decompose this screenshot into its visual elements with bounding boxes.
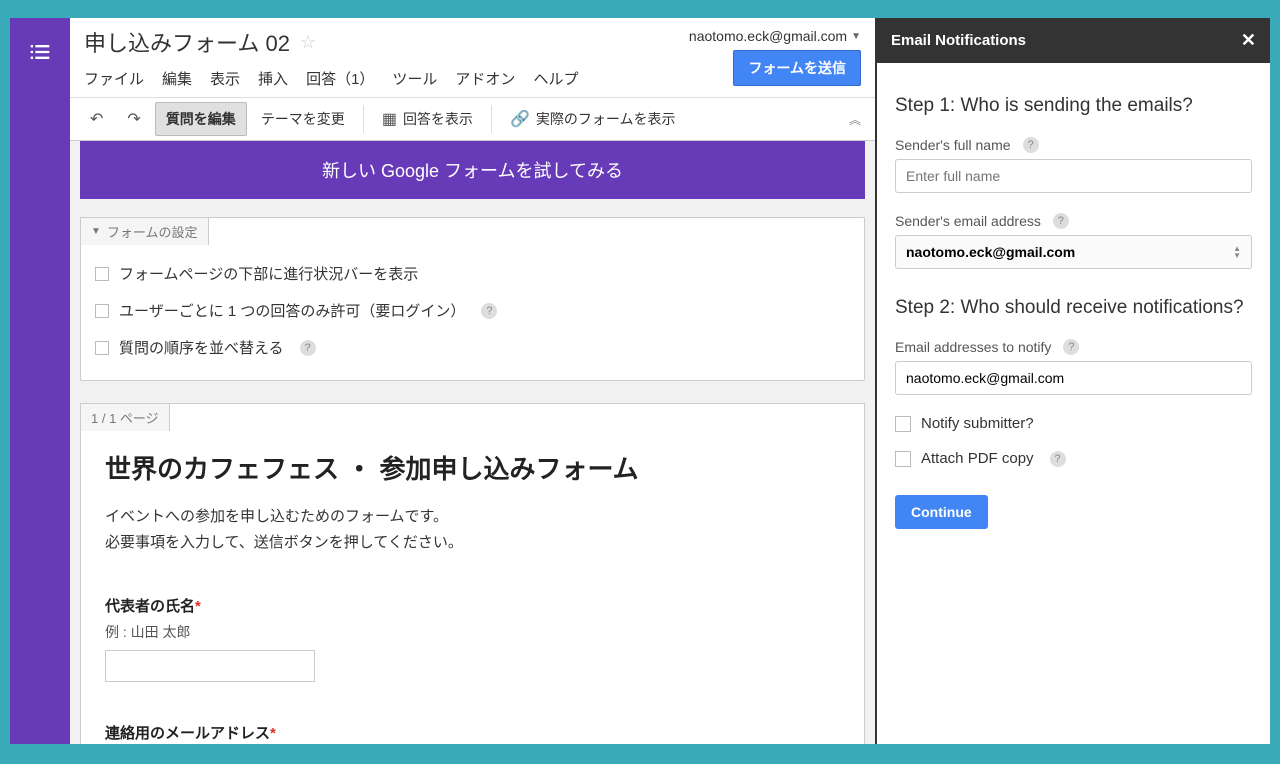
show-live-form-tab[interactable]: 🔗実際のフォームを表示 xyxy=(500,103,686,135)
form-settings-panel: ▼ フォームの設定 フォームページの下部に進行状況バーを表示 ユーザーごとに 1… xyxy=(80,217,865,381)
help-icon[interactable]: ? xyxy=(1050,451,1066,467)
form-title[interactable]: 世界のカフェフェス ・ 参加申し込みフォーム xyxy=(105,449,840,486)
setting-one-response[interactable]: ユーザーごとに 1 つの回答のみ許可（要ログイン） ? xyxy=(95,292,850,329)
sidebar-title: Email Notifications xyxy=(891,32,1026,49)
separator xyxy=(363,105,364,133)
collapse-toolbar-icon[interactable]: ︽ xyxy=(849,111,861,128)
notify-addr-label: Email addresses to notify? xyxy=(895,339,1252,355)
form-description[interactable]: イベントへの参加を申し込むためのフォームです。 必要事項を入力して、送信ボタンを… xyxy=(105,504,840,555)
step2-heading: Step 2: Who should receive notifications… xyxy=(895,297,1252,319)
undo-button[interactable]: ↶ xyxy=(80,103,113,135)
form-page: 1 / 1 ページ 世界のカフェフェス ・ 参加申し込みフォーム イベントへの参… xyxy=(80,403,865,744)
setting-progress-bar[interactable]: フォームページの下部に進行状況バーを表示 xyxy=(95,255,850,292)
menu-help[interactable]: ヘルプ xyxy=(533,68,578,89)
header: 申し込みフォーム 02 ☆ naotomo.eck@gmail.com ▼ フォ… xyxy=(70,18,875,98)
account-menu[interactable]: naotomo.eck@gmail.com ▼ xyxy=(689,28,861,44)
edit-questions-tab[interactable]: 質問を編集 xyxy=(155,102,247,136)
sender-email-select[interactable]: naotomo.eck@gmail.com ▲▼ xyxy=(895,235,1252,269)
sender-email-label: Sender's email address? xyxy=(895,213,1252,229)
help-icon[interactable]: ? xyxy=(1053,213,1069,229)
separator xyxy=(491,105,492,133)
menu-addons[interactable]: アドオン xyxy=(455,68,515,89)
app-menu-strip[interactable] xyxy=(10,18,70,744)
menu-tools[interactable]: ツール xyxy=(392,68,437,89)
try-new-forms-banner[interactable]: 新しい Google フォームを試してみる xyxy=(80,141,865,199)
page-indicator: 1 / 1 ページ xyxy=(80,403,170,431)
chevron-down-icon: ▼ xyxy=(851,31,861,42)
toolbar: ↶ ↷ 質問を編集 テーマを変更 ▦回答を表示 🔗実際のフォームを表示 ︽ xyxy=(70,98,875,141)
undo-icon: ↶ xyxy=(90,109,103,129)
sender-name-input[interactable] xyxy=(895,159,1252,193)
question-name-hint: 例 : 山田 太郎 xyxy=(105,622,840,642)
menu-edit[interactable]: 編集 xyxy=(162,68,192,89)
required-mark: * xyxy=(195,598,201,615)
form-settings-tab[interactable]: ▼ フォームの設定 xyxy=(80,217,209,245)
checkbox-icon xyxy=(895,416,911,432)
continue-button[interactable]: Continue xyxy=(895,495,988,529)
question-name-input[interactable] xyxy=(105,650,315,682)
menu-view[interactable]: 表示 xyxy=(210,68,240,89)
notify-submitter-checkbox[interactable]: Notify submitter? xyxy=(895,415,1252,432)
editor-canvas: 新しい Google フォームを試してみる ▼ フォームの設定 フォームページの… xyxy=(70,141,875,744)
checkbox-icon xyxy=(95,304,109,318)
link-icon: 🔗 xyxy=(510,109,530,129)
step1-heading: Step 1: Who is sending the emails? xyxy=(895,95,1252,117)
help-icon[interactable]: ? xyxy=(300,340,316,356)
change-theme-tab[interactable]: テーマを変更 xyxy=(251,103,355,135)
star-icon[interactable]: ☆ xyxy=(300,32,316,53)
checkbox-icon xyxy=(95,267,109,281)
help-icon[interactable]: ? xyxy=(481,303,497,319)
required-mark: * xyxy=(270,725,276,742)
help-icon[interactable]: ? xyxy=(1023,137,1039,153)
attach-pdf-checkbox[interactable]: Attach PDF copy ? xyxy=(895,450,1252,467)
email-notifications-sidebar: Email Notifications ✕ Step 1: Who is sen… xyxy=(875,18,1270,744)
sidebar-header: Email Notifications ✕ xyxy=(877,18,1270,63)
question-email-label[interactable]: 連絡用のメールアドレス* xyxy=(105,722,840,743)
setting-shuffle[interactable]: 質問の順序を並べ替える ? xyxy=(95,329,850,366)
menu-insert[interactable]: 挿入 xyxy=(258,68,288,89)
select-arrows-icon: ▲▼ xyxy=(1233,245,1241,259)
redo-button[interactable]: ↷ xyxy=(117,103,150,135)
document-title[interactable]: 申し込みフォーム 02 xyxy=(84,26,290,58)
list-icon xyxy=(26,38,54,71)
chevron-down-icon: ▼ xyxy=(91,226,101,237)
question-name-label[interactable]: 代表者の氏名* xyxy=(105,595,840,616)
notify-addr-input[interactable] xyxy=(895,361,1252,395)
checkbox-icon xyxy=(95,341,109,355)
redo-icon: ↷ xyxy=(127,109,140,129)
account-email: naotomo.eck@gmail.com xyxy=(689,28,847,44)
menu-file[interactable]: ファイル xyxy=(84,68,144,89)
menu-responses[interactable]: 回答（1） xyxy=(306,68,374,89)
checkbox-icon xyxy=(895,451,911,467)
send-form-button[interactable]: フォームを送信 xyxy=(733,50,861,86)
show-responses-tab[interactable]: ▦回答を表示 xyxy=(372,103,483,135)
help-icon[interactable]: ? xyxy=(1063,339,1079,355)
sender-name-label: Sender's full name? xyxy=(895,137,1252,153)
table-icon: ▦ xyxy=(382,109,397,129)
close-icon[interactable]: ✕ xyxy=(1241,30,1256,51)
